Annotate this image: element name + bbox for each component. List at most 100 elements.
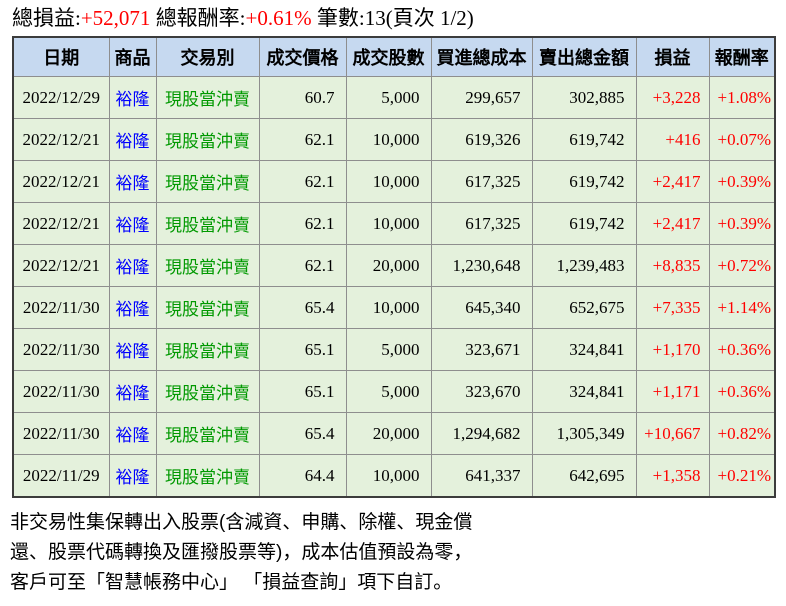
cell-trade-type: 現股當沖賣 — [155, 76, 260, 119]
header-return-rate: 報酬率 — [708, 36, 776, 77]
header-product: 商品 — [108, 36, 157, 77]
cell-price: 62.1 — [258, 118, 347, 161]
cell-product: 裕隆 — [108, 328, 157, 371]
cell-sell-amount: 302,885 — [531, 76, 637, 119]
cell-price: 65.4 — [258, 286, 347, 329]
table-row: 2022/11/30 裕隆 現股當沖賣 65.4 10,000 645,340 652,67… — [12, 286, 776, 329]
cell-price: 62.1 — [258, 202, 347, 245]
header-shares: 成交股數 — [345, 36, 432, 77]
table-row: 2022/12/21 裕隆 現股當沖賣 62.1 20,000 1,230,648 1,23… — [12, 244, 776, 287]
cell-product: 裕隆 — [108, 76, 157, 119]
cell-price: 62.1 — [258, 160, 347, 203]
table-row: 2022/12/21 裕隆 現股當沖賣 62.1 10,000 619,326 619,74… — [12, 118, 776, 161]
cell-profit-loss: +3,228 — [635, 76, 710, 119]
cell-date: 2022/12/21 — [12, 118, 110, 161]
cell-shares: 5,000 — [345, 76, 432, 119]
cell-return-rate: +0.82% — [708, 412, 776, 455]
cell-return-rate: +1.08% — [708, 76, 776, 119]
header-date: 日期 — [12, 36, 110, 77]
cell-profit-loss: +8,835 — [635, 244, 710, 287]
cell-sell-amount: 324,841 — [531, 328, 637, 371]
cell-profit-loss: +1,170 — [635, 328, 710, 371]
cell-return-rate: +0.36% — [708, 370, 776, 413]
header-sell-amount: 賣出總金額 — [531, 36, 637, 77]
total-return-value: +0.61% — [245, 6, 312, 30]
cell-date: 2022/12/21 — [12, 244, 110, 287]
cell-buy-cost: 645,340 — [430, 286, 533, 329]
cell-date: 2022/11/30 — [12, 412, 110, 455]
table-row: 2022/11/30 裕隆 現股當沖賣 65.1 5,000 323,671 324,841… — [12, 328, 776, 371]
cell-price: 60.7 — [258, 76, 347, 119]
cell-trade-type: 現股當沖賣 — [155, 370, 260, 413]
cell-price: 65.1 — [258, 328, 347, 371]
cell-sell-amount: 619,742 — [531, 160, 637, 203]
footnote: 非交易性集保轉出入股票(含減資、申購、除權、現金償 還、股票代碼轉換及匯撥股票等… — [10, 508, 472, 598]
cell-product: 裕隆 — [108, 412, 157, 455]
cell-shares: 20,000 — [345, 412, 432, 455]
header-trade-type: 交易別 — [155, 36, 260, 77]
table-row: 2022/11/30 裕隆 現股當沖賣 65.4 20,000 1,294,682 1,30… — [12, 412, 776, 455]
table-row: 2022/12/21 裕隆 現股當沖賣 62.1 10,000 617,325 619,74… — [12, 202, 776, 245]
table-row: 2022/11/29 裕隆 現股當沖賣 64.4 10,000 641,337 642,69… — [12, 454, 776, 498]
cell-price: 65.1 — [258, 370, 347, 413]
cell-product: 裕隆 — [108, 160, 157, 203]
cell-date: 2022/11/30 — [12, 328, 110, 371]
cell-sell-amount: 642,695 — [531, 454, 637, 498]
footnote-line-2: 還、股票代碼轉換及匯撥股票等)，成本估值預設為零， — [10, 542, 473, 563]
table-row: 2022/11/30 裕隆 現股當沖賣 65.1 5,000 323,670 324,841… — [12, 370, 776, 413]
table-header: 日期 商品 交易別 成交價格 成交股數 買進總成本 賣出總金額 損益 報酬率 — [12, 36, 776, 77]
header-price: 成交價格 — [258, 36, 347, 77]
cell-trade-type: 現股當沖賣 — [155, 412, 260, 455]
cell-price: 64.4 — [258, 454, 347, 498]
cell-return-rate: +0.72% — [708, 244, 776, 287]
cell-return-rate: +0.39% — [708, 202, 776, 245]
cell-sell-amount: 324,841 — [531, 370, 637, 413]
cell-profit-loss: +1,358 — [635, 454, 710, 498]
cell-trade-type: 現股當沖賣 — [155, 202, 260, 245]
cell-profit-loss: +2,417 — [635, 202, 710, 245]
cell-return-rate: +0.36% — [708, 328, 776, 371]
cell-buy-cost: 323,671 — [430, 328, 533, 371]
cell-product: 裕隆 — [108, 286, 157, 329]
cell-product: 裕隆 — [108, 244, 157, 287]
cell-sell-amount: 1,239,483 — [531, 244, 637, 287]
cell-profit-loss: +2,417 — [635, 160, 710, 203]
cell-product: 裕隆 — [108, 202, 157, 245]
cell-shares: 10,000 — [345, 286, 432, 329]
cell-profit-loss: +416 — [635, 118, 710, 161]
cell-date: 2022/11/30 — [12, 370, 110, 413]
cell-shares: 20,000 — [345, 244, 432, 287]
cell-trade-type: 現股當沖賣 — [155, 328, 260, 371]
cell-trade-type: 現股當沖賣 — [155, 286, 260, 329]
total-return-label: 總報酬率: — [150, 6, 246, 30]
total-pl-label: 總損益: — [12, 6, 81, 30]
cell-buy-cost: 617,325 — [430, 202, 533, 245]
cell-date: 2022/12/29 — [12, 76, 110, 119]
cell-buy-cost: 299,657 — [430, 76, 533, 119]
cell-buy-cost: 1,230,648 — [430, 244, 533, 287]
table-body: 2022/12/29 裕隆 現股當沖賣 60.7 5,000 299,657 302,885… — [12, 76, 776, 498]
header-profit-loss: 損益 — [635, 36, 710, 77]
cell-profit-loss: +1,171 — [635, 370, 710, 413]
cell-product: 裕隆 — [108, 118, 157, 161]
cell-trade-type: 現股當沖賣 — [155, 454, 260, 498]
footnote-line-1: 非交易性集保轉出入股票(含減資、申購、除權、現金償 — [10, 512, 473, 533]
header-row: 日期 商品 交易別 成交價格 成交股數 買進總成本 賣出總金額 損益 報酬率 — [12, 36, 776, 77]
cell-sell-amount: 652,675 — [531, 286, 637, 329]
cell-buy-cost: 323,670 — [430, 370, 533, 413]
cell-buy-cost: 641,337 — [430, 454, 533, 498]
cell-sell-amount: 619,742 — [531, 118, 637, 161]
cell-shares: 5,000 — [345, 370, 432, 413]
profit-loss-table: 日期 商品 交易別 成交價格 成交股數 買進總成本 賣出總金額 損益 報酬率 2… — [12, 36, 776, 498]
cell-date: 2022/12/21 — [12, 202, 110, 245]
cell-price: 65.4 — [258, 412, 347, 455]
record-count: 筆數:13(頁次 1/2) — [311, 6, 474, 30]
cell-date: 2022/11/29 — [12, 454, 110, 498]
cell-shares: 10,000 — [345, 118, 432, 161]
cell-return-rate: +1.14% — [708, 286, 776, 329]
cell-buy-cost: 1,294,682 — [430, 412, 533, 455]
cell-profit-loss: +10,667 — [635, 412, 710, 455]
summary-bar: 總損益:+52,071 總報酬率:+0.61% 筆數:13(頁次 1/2) — [12, 2, 474, 32]
footnote-line-3: 客戶可至「智慧帳務中心」 「損益查詢」項下自訂。 — [10, 572, 453, 593]
cell-date: 2022/11/30 — [12, 286, 110, 329]
